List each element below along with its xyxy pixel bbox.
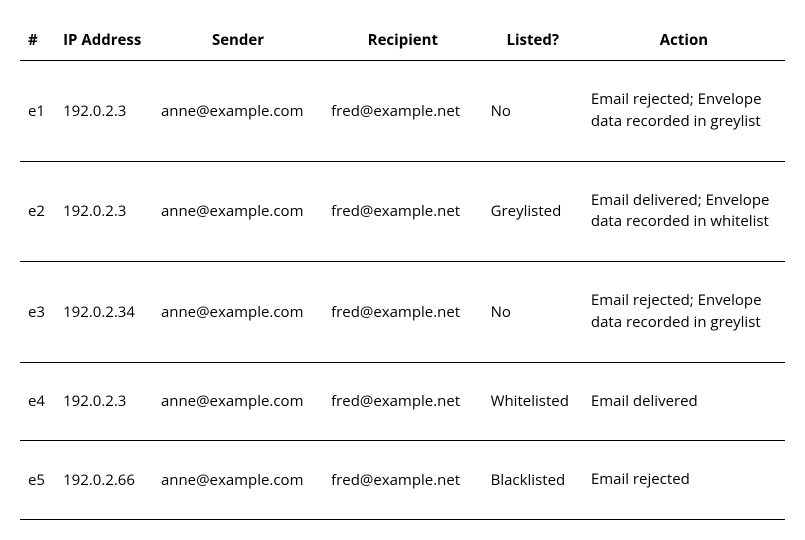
cell-ip: 192.0.2.34	[55, 262, 153, 363]
cell-recipient: fred@example.net	[323, 61, 483, 162]
cell-num: e4	[20, 362, 55, 441]
header-listed: Listed?	[483, 20, 583, 61]
cell-num: e1	[20, 61, 55, 162]
cell-recipient: fred@example.net	[323, 262, 483, 363]
cell-listed: Blacklisted	[483, 441, 583, 520]
cell-ip: 192.0.2.3	[55, 161, 153, 262]
cell-ip: 192.0.2.3	[55, 362, 153, 441]
cell-sender: anne@example.com	[153, 61, 323, 162]
header-sender: Sender	[153, 20, 323, 61]
cell-recipient: fred@example.net	[323, 362, 483, 441]
table-row: e1 192.0.2.3 anne@example.com fred@examp…	[20, 61, 785, 162]
cell-listed: No	[483, 61, 583, 162]
cell-action: Email rejected; Envelope data recorded i…	[583, 61, 785, 162]
table-row: e4 192.0.2.3 anne@example.com fred@examp…	[20, 362, 785, 441]
cell-listed: No	[483, 262, 583, 363]
cell-action: Email delivered; Envelope data recorded …	[583, 161, 785, 262]
header-num: #	[20, 20, 55, 61]
table-row: e3 192.0.2.34 anne@example.com fred@exam…	[20, 262, 785, 363]
table-header-row: # IP Address Sender Recipient Listed? Ac…	[20, 20, 785, 61]
cell-listed: Whitelisted	[483, 362, 583, 441]
cell-action: Email rejected	[583, 441, 785, 520]
cell-sender: anne@example.com	[153, 262, 323, 363]
table-row: e5 192.0.2.66 anne@example.com fred@exam…	[20, 441, 785, 520]
header-ip: IP Address	[55, 20, 153, 61]
cell-sender: anne@example.com	[153, 441, 323, 520]
cell-ip: 192.0.2.3	[55, 61, 153, 162]
cell-recipient: fred@example.net	[323, 441, 483, 520]
cell-action: Email rejected; Envelope data recorded i…	[583, 262, 785, 363]
cell-sender: anne@example.com	[153, 161, 323, 262]
cell-num: e2	[20, 161, 55, 262]
header-action: Action	[583, 20, 785, 61]
cell-recipient: fred@example.net	[323, 161, 483, 262]
header-recipient: Recipient	[323, 20, 483, 61]
table-body: e1 192.0.2.3 anne@example.com fred@examp…	[20, 61, 785, 520]
greylist-table: # IP Address Sender Recipient Listed? Ac…	[20, 20, 785, 520]
cell-listed: Greylisted	[483, 161, 583, 262]
cell-ip: 192.0.2.66	[55, 441, 153, 520]
cell-sender: anne@example.com	[153, 362, 323, 441]
table-row: e2 192.0.2.3 anne@example.com fred@examp…	[20, 161, 785, 262]
cell-action: Email delivered	[583, 362, 785, 441]
cell-num: e3	[20, 262, 55, 363]
cell-num: e5	[20, 441, 55, 520]
